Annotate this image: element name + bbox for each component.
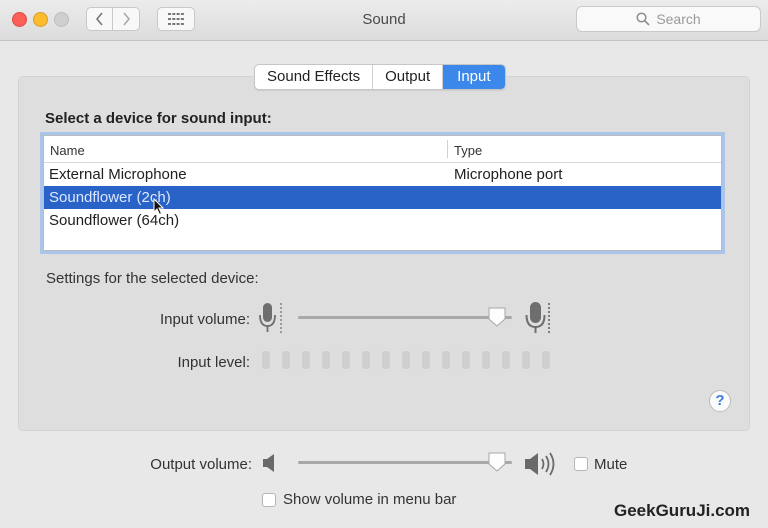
- microphone-low-icon: [259, 303, 282, 333]
- input-device-table[interactable]: Name Type External Microphone Microphone…: [43, 135, 722, 251]
- tab-input[interactable]: Input: [443, 65, 505, 89]
- mute-checkbox[interactable]: [574, 457, 588, 471]
- speaker-high-icon: [525, 452, 555, 476]
- level-segment: [362, 351, 370, 369]
- tab-sound-effects[interactable]: Sound Effects: [255, 65, 374, 89]
- input-panel: [18, 76, 750, 431]
- level-segment: [522, 351, 530, 369]
- level-segment: [282, 351, 290, 369]
- level-segment: [302, 351, 310, 369]
- input-volume-label: Input volume:: [159, 311, 250, 328]
- level-segment: [442, 351, 450, 369]
- input-volume-knob[interactable]: [488, 307, 506, 327]
- level-segment: [482, 351, 490, 369]
- input-level-meter: [262, 351, 562, 369]
- level-segment: [262, 351, 270, 369]
- level-segment: [422, 351, 430, 369]
- speaker-low-icon: [263, 454, 274, 472]
- search-icon: [636, 12, 650, 26]
- table-header: Name Type: [44, 136, 721, 163]
- level-segment: [402, 351, 410, 369]
- help-button[interactable]: ?: [709, 390, 731, 412]
- table-row-selected[interactable]: Soundflower (2ch): [44, 186, 721, 209]
- level-segment: [382, 351, 390, 369]
- input-volume-slider[interactable]: [298, 316, 512, 319]
- level-segment: [542, 351, 550, 369]
- search-placeholder: Search: [656, 11, 701, 27]
- output-volume-label: Output volume:: [150, 456, 252, 473]
- watermark: GeekGuruJi.com: [614, 501, 751, 520]
- table-row[interactable]: External Microphone Microphone port: [44, 163, 721, 186]
- level-segment: [322, 351, 330, 369]
- output-volume-knob[interactable]: [488, 452, 506, 472]
- show-volume-menu-bar-checkbox[interactable]: [262, 493, 276, 507]
- microphone-high-icon: [525, 302, 550, 333]
- settings-heading: Settings for the selected device:: [46, 270, 259, 287]
- column-header-name[interactable]: Name: [50, 143, 85, 158]
- search-field[interactable]: Search: [576, 6, 761, 32]
- device-list-heading: Select a device for sound input:: [45, 110, 272, 127]
- column-header-type[interactable]: Type: [454, 143, 482, 158]
- device-name: External Microphone: [49, 166, 187, 183]
- tab-output[interactable]: Output: [373, 65, 444, 89]
- output-volume-slider[interactable]: [298, 461, 512, 464]
- device-type: Microphone port: [454, 166, 563, 183]
- level-segment: [462, 351, 470, 369]
- level-segment: [342, 351, 350, 369]
- input-level-label: Input level:: [177, 354, 250, 371]
- column-divider: [447, 140, 448, 158]
- title-bar: Sound Search: [0, 0, 768, 41]
- tab-bar: Sound Effects Output Input: [254, 64, 506, 90]
- level-segment: [502, 351, 510, 369]
- table-row[interactable]: Soundflower (64ch): [44, 209, 721, 232]
- show-volume-menu-bar-label: Show volume in menu bar: [283, 491, 457, 508]
- mouse-cursor-icon: [153, 198, 165, 216]
- mute-label: Mute: [594, 456, 628, 473]
